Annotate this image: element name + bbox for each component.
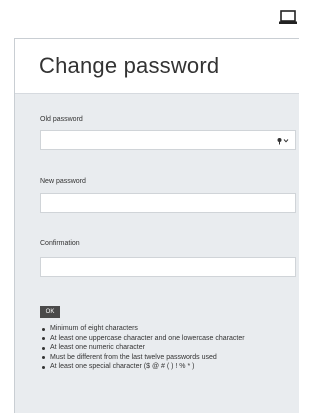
page-title: Change password [39, 53, 220, 78]
list-item: At least one special character ($ @ # ( … [40, 362, 296, 372]
confirmation-field[interactable] [40, 257, 296, 277]
confirmation-label: Confirmation [40, 240, 80, 247]
list-item: Minimum of eight characters [40, 324, 296, 334]
panel-header: Change password [15, 39, 299, 94]
password-rules-list: Minimum of eight characters At least one… [40, 324, 296, 372]
new-password-field[interactable] [40, 193, 296, 213]
old-password-label: Old password [40, 116, 83, 123]
list-item: At least one numeric character [40, 343, 296, 353]
list-item: Must be different from the last twelve p… [40, 353, 296, 363]
new-password-label: New password [40, 178, 86, 185]
top-strip [0, 0, 300, 38]
ok-button[interactable]: OK [40, 306, 60, 318]
key-icon[interactable] [277, 137, 289, 145]
list-item: At least one uppercase character and one… [40, 334, 296, 344]
old-password-field[interactable] [40, 130, 296, 150]
monitor-icon[interactable] [279, 8, 297, 26]
change-password-panel: Change password Old password New passwor… [14, 38, 299, 413]
